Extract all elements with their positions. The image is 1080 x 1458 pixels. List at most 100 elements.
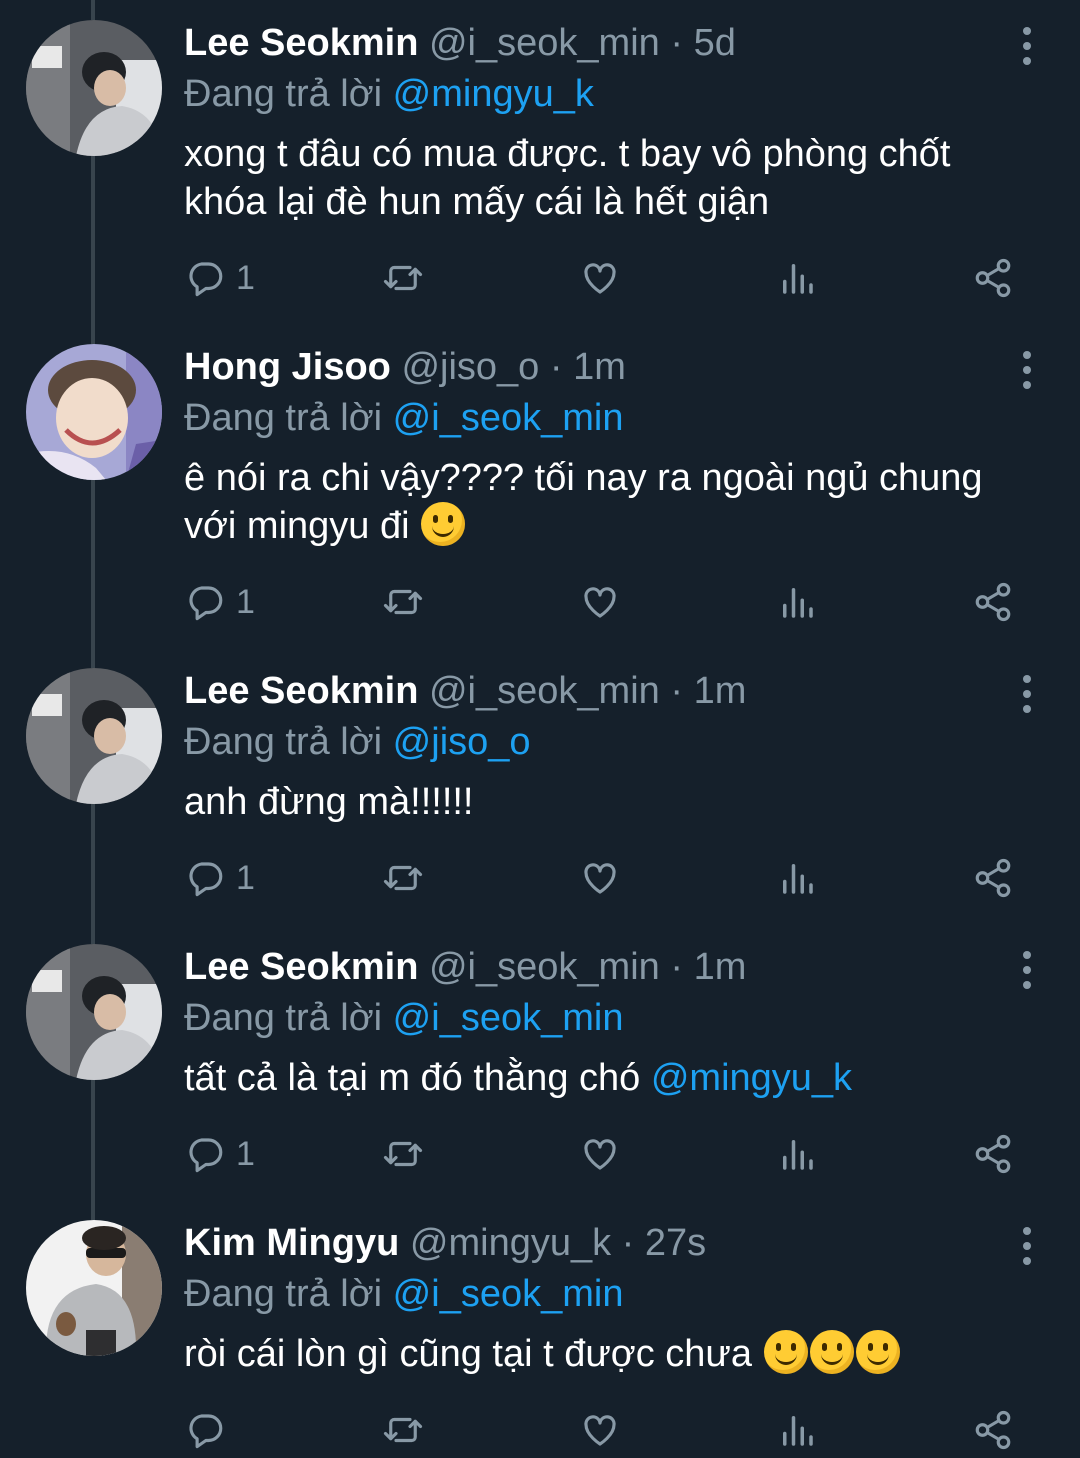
more-options-button[interactable]	[1012, 950, 1042, 990]
heart-icon	[584, 1415, 616, 1446]
timestamp[interactable]: 5d	[694, 22, 736, 64]
user-handle[interactable]: @mingyu_k	[410, 1222, 611, 1264]
slightly-smiling-face-emoji	[855, 1330, 900, 1374]
reply-icon	[189, 262, 223, 297]
timestamp[interactable]: 1m	[694, 670, 747, 712]
retweet-button[interactable]	[382, 577, 424, 627]
tweet-text-content: anh đừng mà!!!!!!	[184, 781, 474, 823]
reply-button[interactable]: 1	[184, 853, 255, 903]
user-handle[interactable]: @i_seok_min	[429, 946, 660, 988]
more-vertical-icon	[1023, 351, 1031, 389]
retweet-button[interactable]	[382, 1129, 424, 1179]
avatar[interactable]	[26, 668, 162, 804]
more-options-button[interactable]	[1012, 1226, 1042, 1266]
analytics-icon	[783, 264, 813, 294]
more-vertical-icon	[1023, 1227, 1031, 1265]
user-handle[interactable]: @i_seok_min	[429, 670, 660, 712]
separator-dot: ·	[549, 346, 563, 388]
tweet[interactable]: Kim Mingyu @mingyu_k · 27s Đang trả lời …	[0, 1200, 1080, 1458]
avatar[interactable]	[26, 1220, 162, 1356]
display-name[interactable]: Lee Seokmin	[184, 946, 418, 988]
avatar[interactable]	[26, 344, 162, 480]
reply-icon	[189, 862, 223, 897]
retweet-button[interactable]	[382, 253, 424, 303]
tweet[interactable]: Lee Seokmin @i_seok_min · 1m Đang trả lờ…	[0, 924, 1080, 1200]
display-name[interactable]: Lee Seokmin	[184, 22, 418, 64]
tweet-text: ê nói ra chi vậy???? tối nay ra ngoài ng…	[184, 454, 1020, 550]
reply-count: 1	[236, 258, 255, 297]
timestamp[interactable]: 27s	[645, 1222, 706, 1264]
user-handle[interactable]: @i_seok_min	[429, 22, 660, 64]
avatar-image	[26, 668, 162, 804]
more-vertical-icon	[1023, 951, 1031, 989]
avatar-image	[26, 344, 162, 480]
reply-icon	[189, 1414, 223, 1449]
reply-count: 1	[236, 582, 255, 621]
like-button[interactable]	[579, 1129, 621, 1179]
reply-count: 1	[236, 1134, 255, 1173]
analytics-button[interactable]	[776, 1405, 818, 1455]
reply-button[interactable]	[184, 1405, 236, 1455]
replying-to-mention[interactable]: @i_seok_min	[393, 997, 624, 1039]
replying-to: Đang trả lời @i_seok_min	[184, 394, 1020, 442]
analytics-button[interactable]	[776, 577, 818, 627]
tweet[interactable]: Hong Jisoo @jiso_o · 1m Đang trả lời @i_…	[0, 324, 1080, 648]
like-button[interactable]	[579, 1405, 621, 1455]
avatar-image	[26, 944, 162, 1080]
share-button[interactable]	[972, 1129, 1014, 1179]
display-name[interactable]: Kim Mingyu	[184, 1222, 399, 1264]
reply-button[interactable]: 1	[184, 253, 255, 303]
retweet-button[interactable]	[382, 1405, 424, 1455]
replying-to: Đang trả lời @i_seok_min	[184, 994, 1020, 1042]
replying-to-mention[interactable]: @i_seok_min	[393, 1273, 624, 1315]
share-button[interactable]	[972, 853, 1014, 903]
analytics-icon	[783, 1140, 813, 1170]
separator-dot: ·	[670, 22, 683, 64]
tweet-text-content: ròi cái lòn gì cũng tại t được chưa	[184, 1333, 763, 1375]
more-options-button[interactable]	[1012, 350, 1042, 390]
timestamp[interactable]: 1m	[573, 346, 626, 388]
replying-to-label: Đang trả lời	[184, 721, 383, 763]
share-icon	[975, 1134, 1011, 1174]
display-name[interactable]: Hong Jisoo	[184, 346, 391, 388]
tweet-text: tất cả là tại m đó thằng chó @mingyu_k	[184, 1054, 1020, 1102]
slightly-smiling-face-emoji	[421, 502, 466, 546]
timestamp[interactable]: 1m	[694, 946, 747, 988]
tweet-text: ròi cái lòn gì cũng tại t được chưa	[184, 1330, 1020, 1378]
replying-to-mention[interactable]: @jiso_o	[393, 721, 531, 763]
tweet-text: xong t đâu có mua được. t bay vô phòng c…	[184, 130, 1020, 226]
reply-button[interactable]: 1	[184, 1129, 255, 1179]
more-options-button[interactable]	[1012, 674, 1042, 714]
user-handle[interactable]: @jiso_o	[401, 346, 539, 388]
avatar[interactable]	[26, 944, 162, 1080]
analytics-button[interactable]	[776, 253, 818, 303]
replying-to-mention[interactable]: @mingyu_k	[393, 73, 594, 115]
reply-button[interactable]: 1	[184, 577, 255, 627]
like-button[interactable]	[579, 253, 621, 303]
reply-count: 1	[236, 858, 255, 897]
tweet[interactable]: Lee Seokmin @i_seok_min · 5d Đang trả lờ…	[0, 0, 1080, 324]
like-button[interactable]	[579, 577, 621, 627]
retweet-icon	[383, 1417, 423, 1443]
tweet-text-mention[interactable]: @mingyu_k	[651, 1057, 852, 1099]
analytics-icon	[783, 864, 813, 894]
analytics-button[interactable]	[776, 1129, 818, 1179]
retweet-icon	[383, 865, 423, 891]
tweet-text-content: xong t đâu có mua được. t bay vô phòng c…	[184, 133, 951, 223]
slightly-smiling-face-emoji	[763, 1330, 808, 1374]
display-name[interactable]: Lee Seokmin	[184, 670, 418, 712]
replying-to-mention[interactable]: @i_seok_min	[393, 397, 624, 439]
replying-to-label: Đang trả lời	[184, 397, 383, 439]
more-options-button[interactable]	[1012, 26, 1042, 66]
share-button[interactable]	[972, 577, 1014, 627]
avatar[interactable]	[26, 20, 162, 156]
like-button[interactable]	[579, 853, 621, 903]
separator-dot: ·	[621, 1222, 635, 1264]
more-vertical-icon	[1023, 27, 1031, 65]
analytics-icon	[783, 1416, 813, 1446]
analytics-button[interactable]	[776, 853, 818, 903]
tweet[interactable]: Lee Seokmin @i_seok_min · 1m Đang trả lờ…	[0, 648, 1080, 924]
share-button[interactable]	[972, 253, 1014, 303]
retweet-button[interactable]	[382, 853, 424, 903]
share-button[interactable]	[972, 1405, 1014, 1455]
